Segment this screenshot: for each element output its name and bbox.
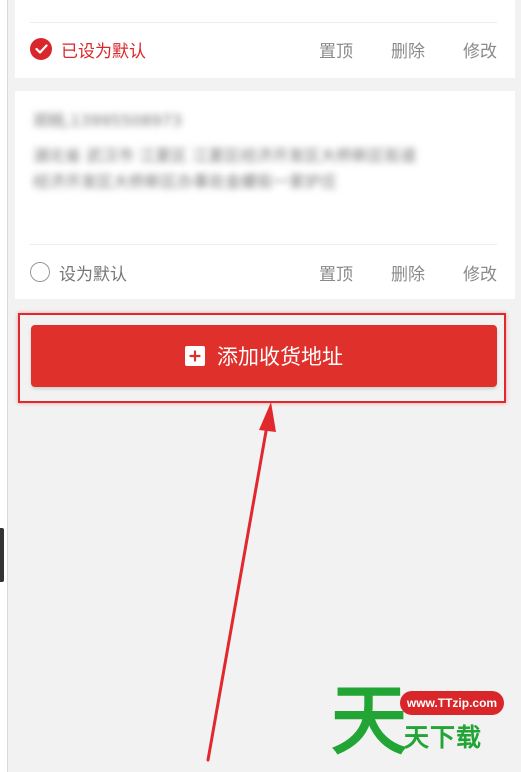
address-actions-1: 已设为默认 置顶 删除 修改	[30, 37, 497, 62]
address-list-page: 已设为默认 置顶 删除 修改 郑桃,13995508973 湖北省 武汉市 江夏…	[0, 0, 521, 772]
left-edge-bar	[0, 0, 8, 772]
pin-top-button-2[interactable]: 置顶	[319, 260, 353, 285]
address-actions-2: 设为默认 置顶 删除 修改	[30, 260, 497, 285]
divider	[30, 244, 497, 245]
default-toggle-1[interactable]: 已设为默认	[30, 37, 281, 62]
edit-button-1[interactable]: 修改	[463, 37, 497, 62]
edge-handle[interactable]	[0, 528, 4, 582]
check-circle-icon	[30, 38, 52, 60]
default-label-1: 已设为默认	[61, 41, 146, 62]
add-address-button[interactable]: 添加收货地址	[31, 325, 497, 387]
add-address-label: 添加收货地址	[217, 345, 343, 369]
delete-button-1[interactable]: 删除	[391, 37, 425, 62]
pin-top-button-1[interactable]: 置顶	[319, 37, 353, 62]
address-text-2: 湖北省 武汉市 江夏区 江夏区经济开发区大桥新区街道经济开发区大桥新区办事处金螺…	[33, 146, 417, 191]
radio-icon	[30, 262, 50, 282]
name-phone-2: 郑桃,13995508973	[33, 111, 183, 130]
default-label-2: 设为默认	[59, 264, 127, 285]
watermark-text: 天下载	[404, 723, 483, 752]
watermark-url: www.TTzip.com	[400, 691, 504, 715]
watermark-logo: 天	[331, 676, 407, 765]
default-toggle-2[interactable]: 设为默认	[30, 260, 281, 285]
edit-button-2[interactable]: 修改	[463, 260, 497, 285]
divider	[30, 22, 497, 23]
delete-button-2[interactable]: 删除	[391, 260, 425, 285]
plus-square-icon	[185, 346, 205, 366]
